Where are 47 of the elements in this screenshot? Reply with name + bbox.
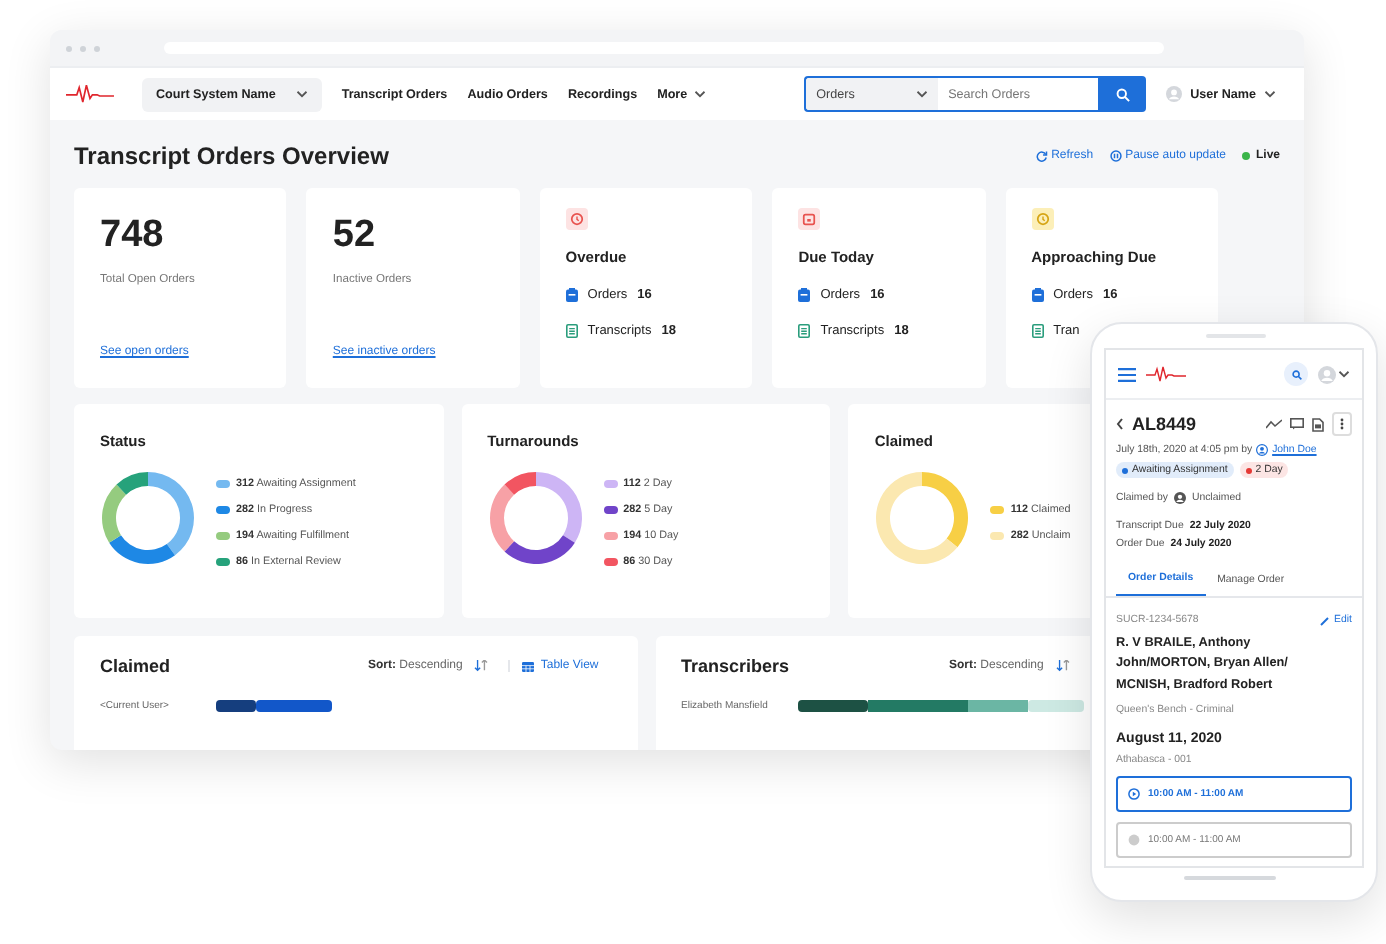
document-icon (798, 324, 811, 338)
caret-icon (693, 90, 706, 98)
comment-icon[interactable] (1290, 418, 1304, 430)
avatar-icon (1166, 86, 1183, 102)
play-icon (1128, 787, 1140, 800)
back-icon[interactable] (1116, 418, 1124, 430)
caret-icon (916, 90, 929, 98)
document-icon (1031, 324, 1044, 338)
avatar-icon (1173, 492, 1186, 504)
clipboard-icon (1031, 288, 1044, 302)
live-indicator-icon (1241, 152, 1250, 160)
clipboard-icon (798, 288, 811, 302)
radio-icon (1128, 833, 1140, 846)
search-button[interactable] (1098, 76, 1147, 112)
document-icon[interactable] (1312, 417, 1324, 431)
search-icon (1291, 369, 1301, 379)
avatar-icon (1318, 365, 1336, 383)
sort-icon[interactable] (1055, 660, 1070, 672)
sort-icon[interactable] (474, 660, 489, 672)
logo-icon (1146, 366, 1186, 382)
pencil-icon (1320, 615, 1331, 625)
caret-icon (1264, 90, 1276, 98)
card-title: Transcribers (681, 656, 792, 676)
search-icon (1115, 87, 1130, 101)
stat-value: 748 (100, 214, 164, 258)
caret-icon (295, 90, 308, 98)
clock-icon (565, 208, 588, 230)
order-id: AL8449 (1132, 414, 1197, 434)
document-icon (565, 324, 578, 338)
stat-value: 52 (332, 214, 376, 258)
clipboard-icon (565, 288, 578, 302)
refresh-icon (1035, 150, 1048, 162)
clock-icon (1031, 208, 1054, 230)
table-icon (522, 661, 535, 671)
logo-icon (66, 84, 114, 104)
caret-icon (1338, 370, 1350, 378)
card-title: Claimed (100, 656, 173, 676)
more-button[interactable] (1332, 412, 1352, 436)
trend-icon[interactable] (1266, 418, 1282, 430)
menu-icon[interactable] (1118, 367, 1136, 381)
bar-drawing (216, 700, 332, 712)
person-icon (1256, 444, 1269, 456)
page-title: Transcript Orders Overview (74, 142, 389, 170)
calendar-icon (798, 208, 821, 230)
user-menu[interactable] (1318, 365, 1350, 383)
pause-icon (1109, 150, 1122, 162)
search-button[interactable] (1284, 362, 1308, 386)
